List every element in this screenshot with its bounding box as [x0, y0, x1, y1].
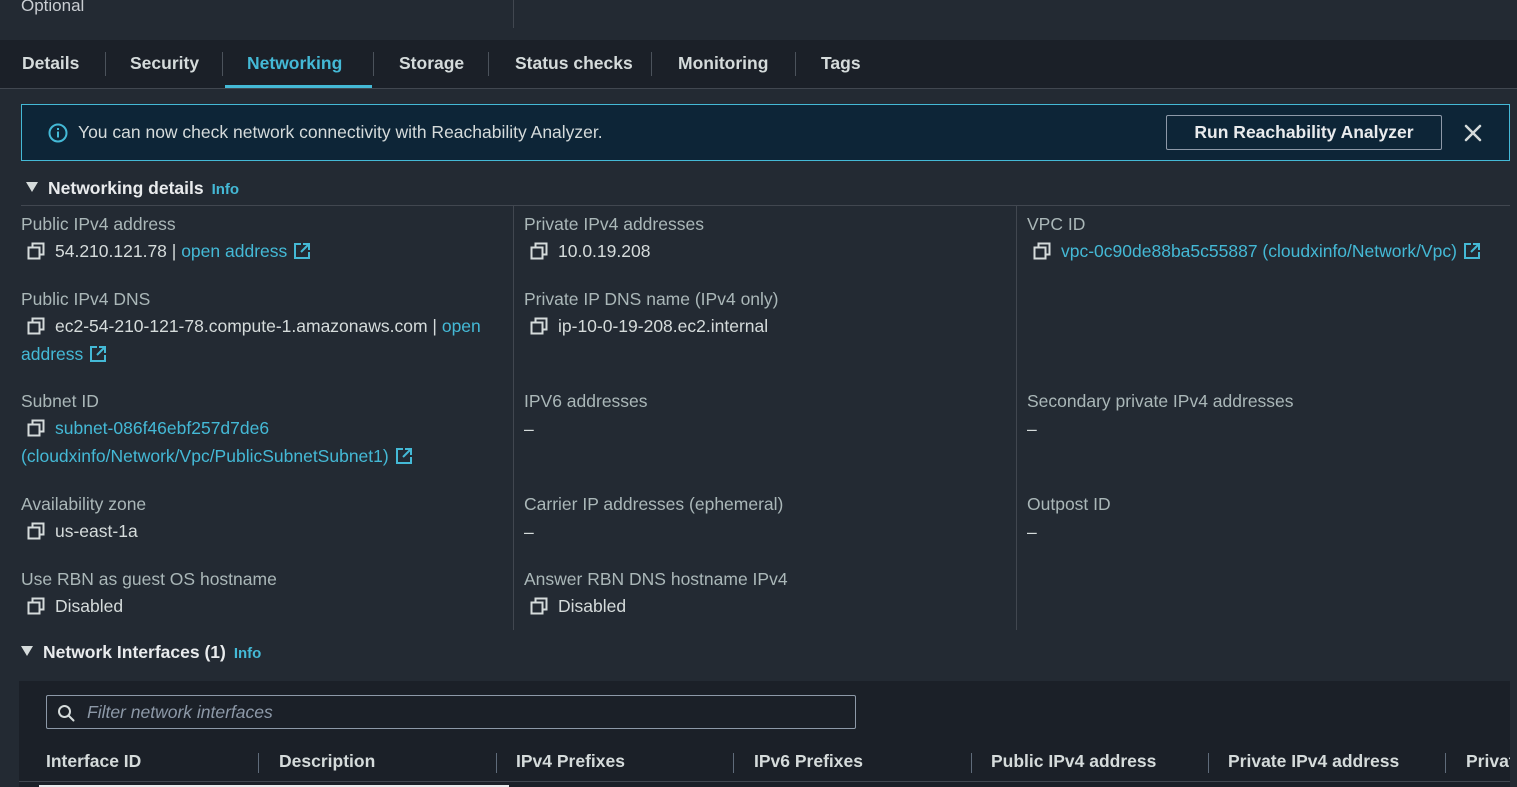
subnet-id-label: Subnet ID: [21, 391, 99, 411]
network-interfaces-title: Network Interfaces (1): [43, 642, 226, 662]
column-separator[interactable]: [1445, 753, 1446, 773]
vpc-id-value: vpc-0c90de88ba5c55887 (cloudxinfo/Networ…: [1033, 237, 1481, 265]
ipv6-label: IPV6 addresses: [524, 391, 648, 411]
public-ipv4-value: 54.210.121.78 | open address: [27, 237, 311, 265]
column-header-private-truncated[interactable]: Privat: [1466, 751, 1510, 772]
divider: [513, 0, 514, 28]
copy-icon[interactable]: [530, 317, 548, 335]
outpost-label: Outpost ID: [1027, 494, 1111, 514]
tab-separator: [795, 52, 796, 76]
answer-rbn-value: Disabled: [530, 592, 626, 620]
open-address-link[interactable]: address: [21, 344, 83, 364]
reachability-alert: You can now check network connectivity w…: [21, 104, 1510, 161]
private-ipv4-value: 10.0.19.208: [530, 237, 650, 265]
search-icon: [58, 705, 75, 722]
column-header-ipv4-prefixes[interactable]: IPv4 Prefixes: [516, 751, 625, 772]
copy-icon[interactable]: [27, 419, 45, 437]
subnet-id-link[interactable]: (cloudxinfo/Network/Vpc/PublicSubnetSubn…: [21, 446, 389, 466]
open-address-link[interactable]: open: [442, 316, 481, 336]
networking-details-info-link[interactable]: Info: [212, 181, 240, 198]
top-strip: Optional: [0, 0, 1517, 40]
copy-icon[interactable]: [27, 522, 45, 540]
external-link-icon[interactable]: [395, 447, 413, 465]
run-reachability-analyzer-button[interactable]: Run Reachability Analyzer: [1166, 115, 1442, 150]
tab-bar: Details Security Networking Storage Stat…: [0, 40, 1517, 89]
answer-rbn-label: Answer RBN DNS hostname IPv4: [524, 569, 788, 589]
column-separator[interactable]: [971, 753, 972, 773]
secondary-private-value: –: [1027, 419, 1037, 439]
external-link-icon[interactable]: [293, 242, 311, 260]
public-ipv4-label: Public IPv4 address: [21, 214, 176, 234]
tab-separator: [222, 52, 223, 76]
close-icon[interactable]: [1462, 122, 1484, 144]
open-address-link[interactable]: open address: [181, 241, 287, 261]
rbn-hostname-label: Use RBN as guest OS hostname: [21, 569, 277, 589]
az-label: Availability zone: [21, 494, 147, 514]
filter-network-interfaces-input[interactable]: [87, 696, 847, 728]
section-divider: [21, 205, 1510, 206]
copy-icon[interactable]: [1033, 242, 1051, 260]
alert-message: You can now check network connectivity w…: [78, 122, 603, 142]
column-separator[interactable]: [258, 753, 259, 773]
carrier-ip-value: –: [524, 522, 534, 542]
column-separator[interactable]: [496, 753, 497, 773]
outpost-value: –: [1027, 522, 1037, 542]
private-dns-value: ip-10-0-19-208.ec2.internal: [530, 312, 768, 340]
copy-icon[interactable]: [27, 242, 45, 260]
column-separator[interactable]: [1208, 753, 1209, 773]
networking-details-header[interactable]: Networking details Info: [26, 178, 239, 199]
column-header-private-ipv4[interactable]: Private IPv4 address: [1228, 751, 1399, 772]
subnet-id-link[interactable]: subnet-086f46ebf257d7de6: [55, 418, 269, 438]
copy-icon[interactable]: [27, 317, 45, 335]
column-divider: [1016, 206, 1017, 630]
vpc-id-label: VPC ID: [1027, 214, 1086, 234]
copy-icon[interactable]: [530, 242, 548, 260]
network-interfaces-info-link[interactable]: Info: [234, 645, 262, 662]
external-link-icon[interactable]: [89, 345, 107, 363]
subnet-id-value: subnet-086f46ebf257d7de6: [27, 414, 269, 442]
tab-separator: [373, 52, 374, 76]
private-ipv4-label: Private IPv4 addresses: [524, 214, 704, 234]
tab-details[interactable]: Details: [0, 40, 101, 88]
column-header-interface-id[interactable]: Interface ID: [46, 751, 141, 772]
tab-separator: [105, 52, 106, 76]
tab-networking[interactable]: Networking: [225, 40, 372, 88]
filter-box[interactable]: [46, 695, 856, 729]
ipv6-value: –: [524, 419, 534, 439]
subnet-id-value-line2: (cloudxinfo/Network/Vpc/PublicSubnetSubn…: [21, 442, 413, 470]
public-dns-value: ec2-54-210-121-78.compute-1.amazonaws.co…: [27, 312, 481, 340]
tab-monitoring[interactable]: Monitoring: [656, 40, 790, 88]
column-header-ipv6-prefixes[interactable]: IPv6 Prefixes: [754, 751, 863, 772]
secondary-private-label: Secondary private IPv4 addresses: [1027, 391, 1294, 411]
vpc-id-link[interactable]: vpc-0c90de88ba5c55887 (cloudxinfo/Networ…: [1061, 241, 1457, 261]
external-link-icon[interactable]: [1463, 242, 1481, 260]
tab-status-checks[interactable]: Status checks: [493, 40, 655, 88]
info-icon: [48, 123, 68, 143]
public-dns-label: Public IPv4 DNS: [21, 289, 151, 309]
public-dns-value-line2: address: [21, 340, 107, 368]
carrier-ip-label: Carrier IP addresses (ephemeral): [524, 494, 784, 514]
tab-separator: [651, 52, 652, 76]
column-header-description[interactable]: Description: [279, 751, 375, 772]
tab-storage[interactable]: Storage: [377, 40, 486, 88]
tab-security[interactable]: Security: [108, 40, 221, 88]
networking-details-title: Networking details: [48, 178, 204, 198]
optional-label: Optional: [21, 0, 85, 15]
column-divider: [513, 206, 514, 630]
rbn-hostname-value: Disabled: [27, 592, 123, 620]
network-interfaces-panel: Interface ID Description IPv4 Prefixes I…: [19, 681, 1510, 787]
network-interfaces-header[interactable]: Network Interfaces (1) Info: [21, 642, 261, 663]
column-separator[interactable]: [733, 753, 734, 773]
private-dns-label: Private IP DNS name (IPv4 only): [524, 289, 779, 309]
column-header-public-ipv4[interactable]: Public IPv4 address: [991, 751, 1156, 772]
tab-tags[interactable]: Tags: [799, 40, 883, 88]
tab-separator: [488, 52, 489, 76]
copy-icon[interactable]: [530, 597, 548, 615]
collapse-triangle-icon: [26, 182, 38, 192]
collapse-triangle-icon: [21, 646, 33, 656]
copy-icon[interactable]: [27, 597, 45, 615]
az-value: us-east-1a: [27, 517, 138, 545]
table-header-divider: [19, 781, 1510, 782]
